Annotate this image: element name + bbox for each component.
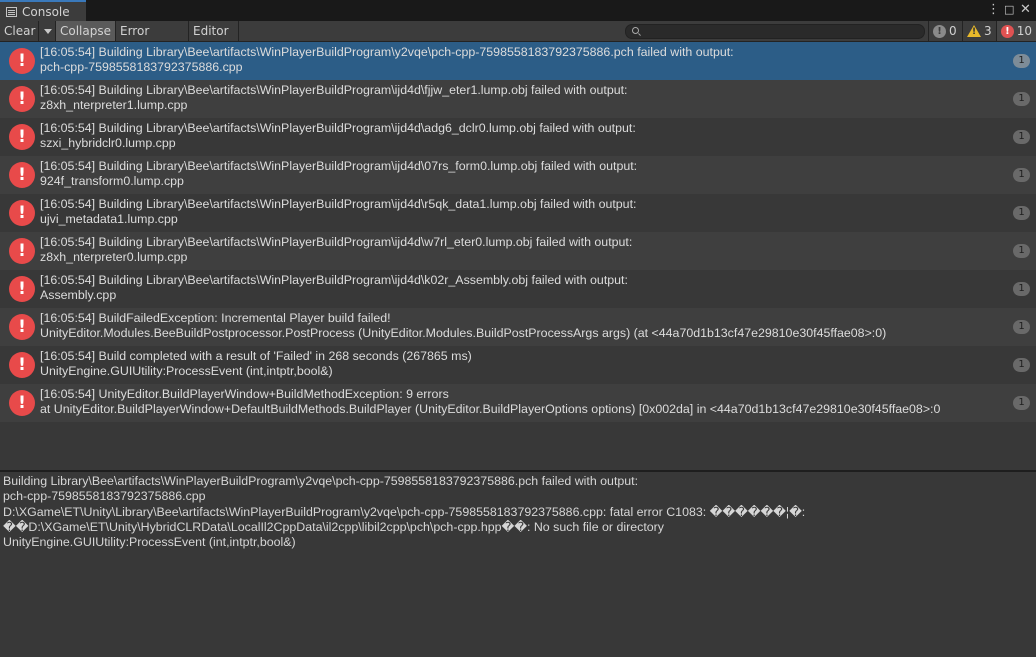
error-icon: !	[9, 314, 35, 340]
error-icon: !	[9, 86, 35, 112]
error-count: 10	[1016, 24, 1032, 38]
log-message: [16:05:54] Building Library\Bee\artifact…	[40, 83, 628, 97]
log-count-badge: 1	[1013, 244, 1030, 258]
log-detail-panel[interactable]: Building Library\Bee\artifacts\WinPlayer…	[0, 472, 1036, 657]
warning-icon: !	[967, 25, 981, 37]
log-count-badge: 1	[1013, 130, 1030, 144]
info-count: 0	[949, 24, 957, 38]
log-message: [16:05:54] Building Library\Bee\artifact…	[40, 273, 628, 287]
log-message: [16:05:54] UnityEditor.BuildPlayerWindow…	[40, 387, 449, 401]
error-icon: !	[9, 124, 35, 150]
chevron-down-icon	[44, 29, 52, 34]
log-message-detail: Assembly.cpp	[40, 288, 117, 302]
log-message-detail: UnityEngine.GUIUtility:ProcessEvent (int…	[40, 364, 333, 378]
log-count-badge: 1	[1013, 282, 1030, 296]
log-message-detail: z8xh_nterpreter1.lump.cpp	[40, 98, 188, 112]
error-icon: !	[9, 48, 35, 74]
detail-line: UnityEngine.GUIUtility:ProcessEvent (int…	[3, 535, 296, 550]
search-icon	[632, 27, 639, 34]
collapse-toggle[interactable]: Collapse	[56, 21, 116, 41]
log-entry[interactable]: ! [16:05:54] Building Library\Bee\artifa…	[0, 118, 1036, 156]
log-list[interactable]: ! [16:05:54] Building Library\Bee\artifa…	[0, 42, 1036, 470]
log-message-detail: 924f_transform0.lump.cpp	[40, 174, 184, 188]
search-input[interactable]	[625, 24, 925, 39]
log-entry[interactable]: ! [16:05:54] Building Library\Bee\artifa…	[0, 194, 1036, 232]
console-icon	[6, 6, 17, 17]
editor-dropdown-label: Editor	[193, 24, 229, 38]
error-filter-toggle[interactable]: ! 10	[996, 21, 1036, 41]
log-message-detail: szxi_hybridclr0.lump.cpp	[40, 136, 176, 150]
error-icon: !	[9, 200, 35, 226]
error-icon: !	[9, 238, 35, 264]
error-icon: !	[9, 390, 35, 416]
log-entry[interactable]: ! [16:05:54] Build completed with a resu…	[0, 346, 1036, 384]
log-message-detail: at UnityEditor.BuildPlayerWindow+Default…	[40, 402, 941, 416]
detail-line: D:\XGame\ET\Unity\Library\Bee\artifacts\…	[3, 504, 806, 519]
error-icon: !	[9, 352, 35, 378]
tab-label: Console	[22, 4, 70, 19]
window-menu-icon[interactable]: ⋮	[987, 2, 1000, 18]
log-message-detail: UnityEditor.Modules.BeeBuildPostprocesso…	[40, 326, 887, 340]
log-entry[interactable]: ! [16:05:54] Building Library\Bee\artifa…	[0, 80, 1036, 118]
error-icon: !	[9, 276, 35, 302]
log-entry[interactable]: ! [16:05:54] Building Library\Bee\artifa…	[0, 232, 1036, 270]
log-message-detail: z8xh_nterpreter0.lump.cpp	[40, 250, 188, 264]
editor-dropdown[interactable]: Editor	[189, 21, 239, 54]
log-message-detail: pch-cpp-7598558183792375886.cpp	[40, 60, 243, 74]
info-filter-toggle[interactable]: ! 0	[928, 21, 961, 41]
tab-bar: Console ⋮ □ ✕	[0, 0, 1036, 21]
log-entry[interactable]: ! [16:05:54] Building Library\Bee\artifa…	[0, 270, 1036, 308]
maximize-icon[interactable]: □	[1004, 2, 1014, 18]
log-message: [16:05:54] Building Library\Bee\artifact…	[40, 45, 734, 59]
log-message: [16:05:54] Building Library\Bee\artifact…	[40, 121, 636, 135]
info-icon: !	[933, 24, 946, 38]
clear-button[interactable]: Clear	[0, 21, 39, 41]
log-count-badge: 1	[1013, 358, 1030, 372]
log-count-badge: 1	[1013, 54, 1030, 68]
error-pause-toggle[interactable]: Error Pause	[116, 21, 189, 58]
log-count-badge: 1	[1013, 206, 1030, 220]
error-icon: !	[1001, 24, 1014, 38]
detail-line: pch-cpp-7598558183792375886.cpp	[3, 489, 206, 504]
log-message: [16:05:54] Building Library\Bee\artifact…	[40, 235, 633, 249]
log-message: [16:05:54] Building Library\Bee\artifact…	[40, 159, 638, 173]
log-message: [16:05:54] Build completed with a result…	[40, 349, 472, 363]
log-message-detail: ujvi_metadata1.lump.cpp	[40, 212, 178, 226]
warning-filter-toggle[interactable]: ! 3	[962, 21, 996, 41]
console-toolbar: Clear Collapse Error Pause Editor ! 0 ! …	[0, 21, 1036, 58]
detail-line: Building Library\Bee\artifacts\WinPlayer…	[3, 474, 639, 488]
log-message: [16:05:54] BuildFailedException: Increme…	[40, 311, 391, 325]
log-count-badge: 1	[1013, 92, 1030, 106]
log-count-badge: 1	[1013, 396, 1030, 410]
error-icon: !	[9, 162, 35, 188]
log-entry[interactable]: ! [16:05:54] BuildFailedException: Incre…	[0, 308, 1036, 346]
close-icon[interactable]: ✕	[1020, 2, 1031, 18]
clear-options-dropdown[interactable]	[39, 21, 56, 41]
tab-console[interactable]: Console	[0, 0, 86, 21]
log-message: [16:05:54] Building Library\Bee\artifact…	[40, 197, 637, 211]
log-count-badge: 1	[1013, 168, 1030, 182]
warning-count: 3	[984, 24, 992, 38]
log-entry[interactable]: ! [16:05:54] Building Library\Bee\artifa…	[0, 156, 1036, 194]
log-count-badge: 1	[1013, 320, 1030, 334]
detail-line: ��D:\XGame\ET\Unity\HybridCLRData\LocalI…	[3, 519, 664, 534]
log-entry[interactable]: ! [16:05:54] Building Library\Bee\artifa…	[0, 42, 1036, 80]
log-entry[interactable]: ! [16:05:54] UnityEditor.BuildPlayerWind…	[0, 384, 1036, 422]
